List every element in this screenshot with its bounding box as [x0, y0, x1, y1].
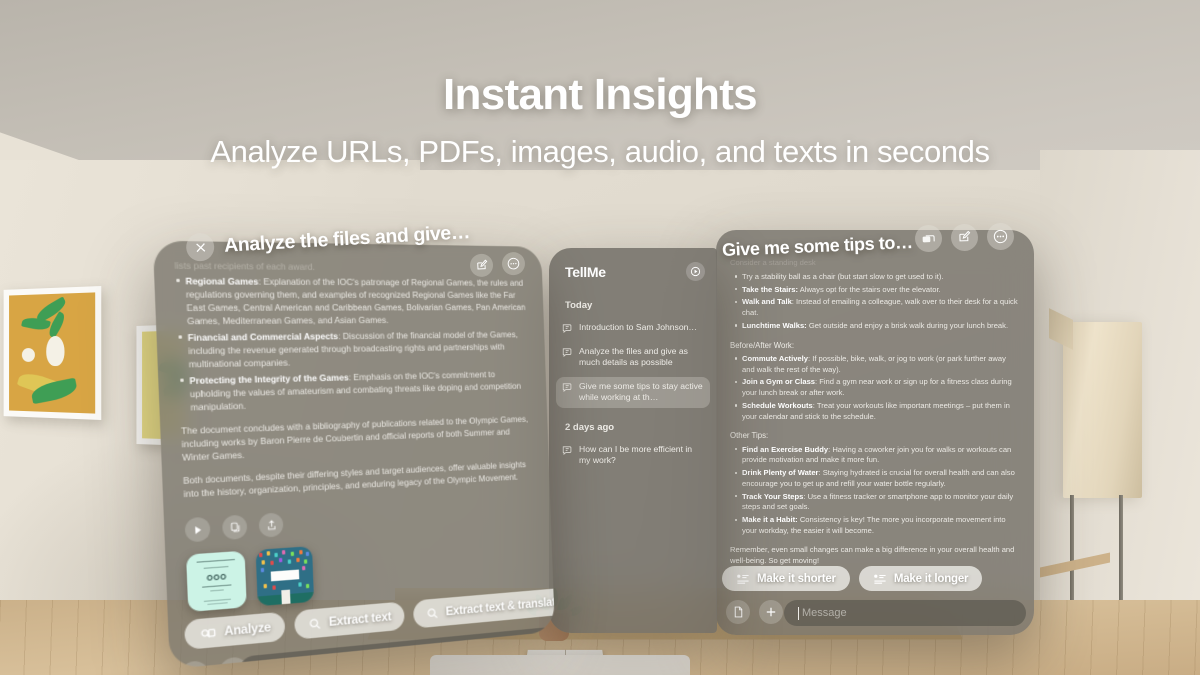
windows-icon[interactable]: [914, 224, 943, 253]
sidebar-group-heading: Today: [565, 300, 593, 311]
compose-icon[interactable]: [469, 253, 494, 278]
quick-action-make-it-longer[interactable]: Make it longer: [858, 566, 983, 591]
app-name: TellMe: [565, 263, 606, 280]
document-text: lists past recipients of each award. Reg…: [174, 259, 532, 501]
share-icon[interactable]: [258, 512, 284, 538]
close-icon[interactable]: [185, 232, 215, 262]
copy-icon[interactable]: [221, 514, 248, 541]
quick-action-label: Make it shorter: [757, 572, 836, 585]
right-message-placeholder: Message: [802, 607, 847, 619]
document-paragraph: Both documents, despite their differing …: [182, 459, 527, 500]
tips-content: Consider a standing desk Try a stability…: [730, 258, 1020, 566]
plus-icon[interactable]: [759, 600, 783, 624]
tip-bullet: Lunchtime Walks: Get outside and enjoy a…: [734, 321, 1020, 332]
chat-icon: [562, 445, 573, 456]
response-body: Consider a standing desk Try a stability…: [730, 258, 1020, 566]
olympic-document-thumbnail[interactable]: [186, 550, 247, 613]
quick-action-label: Make it longer: [893, 572, 969, 585]
conversation-list-item[interactable]: Introduction to Sam Johnson…: [556, 318, 710, 338]
closing-paragraph: Remember, even small changes can make a …: [730, 544, 1015, 565]
action-pill-label: Analyze: [224, 620, 272, 639]
section-heading-before-after-work: Before/After Work:: [730, 340, 794, 350]
chat-icon: [562, 382, 573, 393]
chat-response-panel: Consider a standing desk Try a stability…: [716, 230, 1034, 635]
tip-bullet: Commute Actively: If possible, bike, wal…: [734, 354, 1020, 376]
chat-icon: [562, 347, 573, 358]
expand-icon: [873, 573, 887, 585]
conversation-list: Introduction to Sam Johnson… Analyze the …: [556, 318, 710, 408]
tip-bullet: Join a Gym or Class: Find a gym near wor…: [734, 377, 1020, 399]
tip-bullet: Try a stability ball as a chair (but sta…: [734, 272, 1020, 283]
tip-bullet: Make it a Habit: Consistency is key! The…: [734, 515, 1020, 537]
summarize-icon: [736, 573, 750, 585]
new-chat-icon[interactable]: [686, 262, 705, 281]
chat-icon: [562, 323, 573, 334]
quick-action-row: Make it shorter Make it longer: [722, 566, 983, 591]
tip-bullet: Track Your Steps: Use a fitness tracker …: [734, 492, 1020, 514]
tips-other-list: Find an Exercise Buddy: Having a coworke…: [734, 445, 1020, 537]
conversation-label: Analyze the files and give as much detai…: [579, 346, 688, 368]
document-bullet: Regional Games: Explanation of the IOC's…: [175, 274, 527, 327]
conversation-list-item[interactable]: Give me some tips to stay active while w…: [556, 376, 710, 408]
action-pill-label: Extract text & translate to E: [445, 594, 555, 618]
action-pill-label: Extract text: [328, 610, 392, 629]
conversation-list-item[interactable]: How can I be more efficient in my work?: [556, 440, 710, 471]
tip-bullet: Take the Stairs: Always opt for the stai…: [734, 285, 1020, 296]
attachment-thumbnails: [186, 546, 315, 613]
tip-bullet: Schedule Workouts: Treat your workouts l…: [734, 401, 1020, 423]
document-bullet-list: Regional Games: Explanation of the IOC's…: [175, 274, 530, 414]
document-analysis-panel: lists past recipients of each award. Reg…: [152, 240, 555, 670]
document-bullet: Protecting the Integrity of the Games: E…: [179, 367, 530, 414]
right-message-input[interactable]: Message: [784, 600, 1026, 626]
text-caret: [798, 606, 799, 620]
tip-bullet: Walk and Talk: Instead of emailing a col…: [734, 297, 1020, 319]
office-chair: [430, 655, 690, 675]
right-composer-buttons: [726, 600, 783, 624]
play-icon[interactable]: [184, 516, 211, 543]
framed-botanical-print-large: [3, 286, 102, 420]
tip-bullet: Find an Exercise Buddy: Having a coworke…: [734, 445, 1020, 467]
floor-lamp-shade: [1063, 322, 1142, 498]
document-paragraph: The document concludes with a bibliograp…: [180, 413, 529, 464]
right-panel-header-icons: [914, 222, 1015, 253]
conversation-list-item[interactable]: Analyze the files and give as much detai…: [556, 342, 710, 373]
sidebar-group-heading: 2 days ago: [565, 421, 615, 433]
conversation-list: How can I be more efficient in my work?: [556, 440, 710, 471]
search-icon: [308, 616, 321, 630]
conversation-label: Give me some tips to stay active while w…: [579, 380, 703, 403]
conversation-sidebar-panel: TellMe Today Introduction to Sam Johnson……: [549, 248, 717, 633]
sidebar-header: TellMe: [565, 262, 705, 281]
compose-icon[interactable]: [950, 223, 979, 252]
document-bullet: Financial and Commercial Aspects: Discus…: [177, 328, 528, 371]
crowd-illustration-thumbnail[interactable]: [255, 546, 315, 607]
tip-bullet: Drink Plenty of Water: Staying hydrated …: [734, 468, 1020, 490]
document-icon[interactable]: [726, 600, 750, 624]
left-panel-header-icons: [469, 251, 526, 278]
more-icon[interactable]: [986, 222, 1015, 251]
tips-before-after-work-list: Commute Actively: If possible, bike, wal…: [734, 354, 1020, 423]
ghost-text-line: Consider a standing desk: [730, 258, 816, 267]
analyze-icon: [199, 626, 216, 641]
tips-top-list: Try a stability ball as a chair (but sta…: [734, 272, 1020, 332]
conversation-label: How can I be more efficient in my work?: [579, 443, 693, 466]
quick-action-make-it-shorter[interactable]: Make it shorter: [722, 566, 850, 591]
more-icon[interactable]: [501, 251, 526, 276]
conversation-label: Introduction to Sam Johnson…: [579, 322, 697, 332]
section-heading-other-tips: Other Tips:: [730, 431, 769, 441]
search-icon: [427, 606, 439, 619]
